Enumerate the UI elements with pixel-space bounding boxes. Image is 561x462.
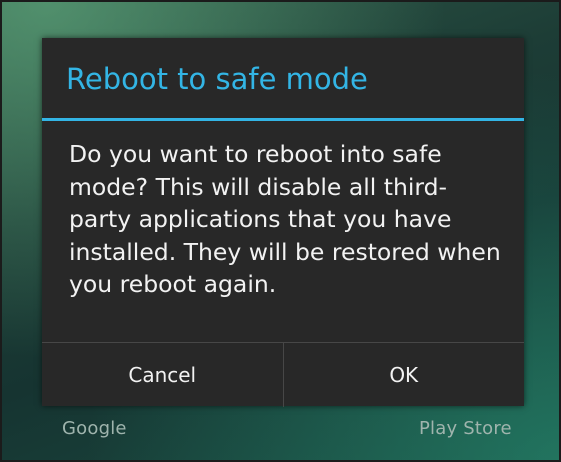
title-divider [42,118,524,121]
app-label-play-store[interactable]: Play Store [419,418,512,439]
home-screen: Google Play Store Reboot to safe mode Do… [0,0,561,462]
dialog-button-bar: Cancel OK [42,342,524,407]
ok-button[interactable]: OK [284,343,525,407]
dialog-title: Reboot to safe mode [66,62,368,96]
dialog-message: Do you want to reboot into safe mode? Th… [69,140,501,298]
app-label-google[interactable]: Google [62,418,127,439]
reboot-safe-mode-dialog: Reboot to safe mode Do you want to reboo… [42,38,524,407]
cancel-button[interactable]: Cancel [42,343,283,407]
